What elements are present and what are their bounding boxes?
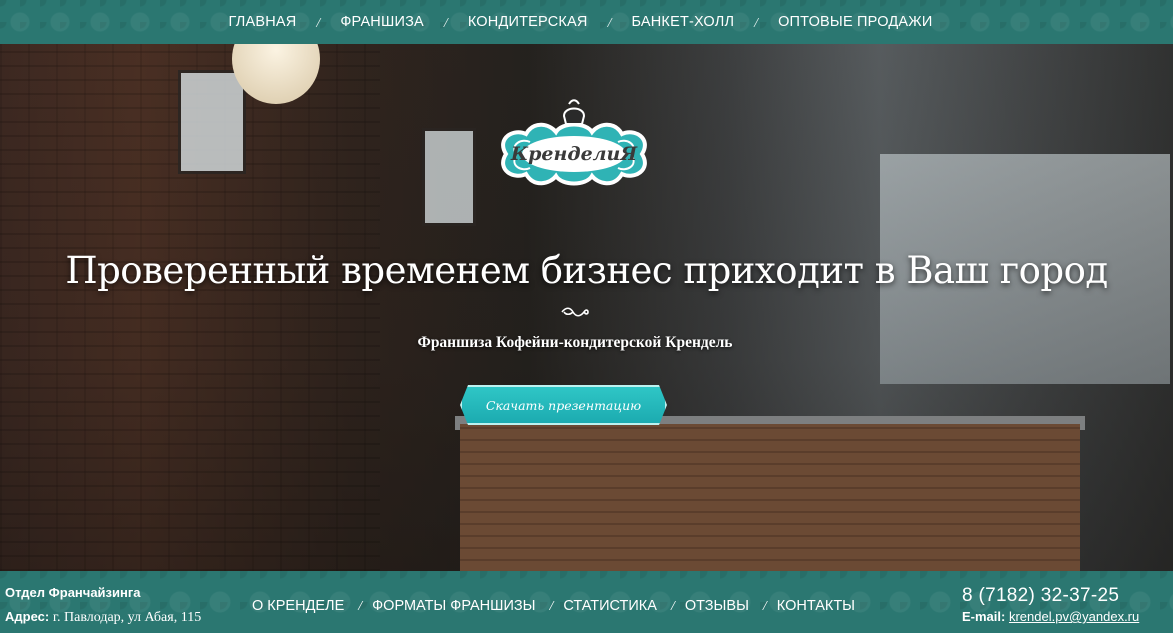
hero-subtitle: Франшиза Кофейни-кондитерской Крендель: [417, 334, 733, 351]
nav-item-banquet-hall[interactable]: БАНКЕТ-ХОЛЛ: [631, 14, 734, 30]
nav-separator: /: [670, 599, 675, 614]
nav-separator: /: [358, 599, 363, 614]
email-line: E-mail: krendel.pv@yandex.ru: [962, 609, 1139, 624]
address-label: Адрес:: [5, 609, 50, 624]
nav-item-franchise[interactable]: ФРАНШИЗА: [340, 14, 424, 30]
footer-nav: О КРЕНДЕЛЕ / ФОРМАТЫ ФРАНШИЗЫ / СТАТИСТИ…: [252, 597, 855, 615]
wooden-counter: [460, 424, 1080, 571]
address-line: Адрес: г. Павлодар, ул Абая, 115: [5, 609, 201, 626]
email-link[interactable]: krendel.pv@yandex.ru: [1009, 609, 1139, 624]
address-value: г. Павлодар, ул Абая, 115: [52, 610, 202, 625]
footer-contact-block: Отдел Франчайзинга Адрес: г. Павлодар, у…: [5, 585, 201, 626]
ornament-divider-icon: [561, 307, 589, 317]
footer-phone-email: 8 (7182) 32-37-25 E-mail: krendel.pv@yan…: [962, 585, 1139, 624]
email-label: E-mail:: [962, 609, 1006, 624]
nav-item-wholesale[interactable]: ОПТОВЫЕ ПРОДАЖИ: [778, 14, 932, 30]
phone-number[interactable]: 8 (7182) 32-37-25: [962, 585, 1139, 607]
window: [422, 128, 476, 226]
window: [178, 70, 246, 174]
download-presentation-button[interactable]: Скачать презентацию: [460, 385, 667, 425]
nav-separator: /: [316, 16, 321, 31]
footer-nav-reviews[interactable]: ОТЗЫВЫ: [685, 598, 749, 614]
footer-nav-statistics[interactable]: СТАТИСТИКА: [563, 598, 657, 614]
footer-bar: Отдел Франчайзинга Адрес: г. Павлодар, у…: [0, 571, 1173, 633]
top-navigation-bar: ГЛАВНАЯ / ФРАНШИЗА / КОНДИТЕРСКАЯ / БАНК…: [0, 0, 1173, 44]
hero-section: КренделиЯ Проверенный временем бизнес пр…: [0, 44, 1173, 571]
nav-item-confectionery[interactable]: КОНДИТЕРСКАЯ: [468, 14, 588, 30]
hero-headline: Проверенный временем бизнес приходит в В…: [65, 249, 1108, 292]
footer-nav-about[interactable]: О КРЕНДЕЛЕ: [252, 598, 344, 614]
nav-separator: /: [754, 16, 759, 31]
nav-item-home[interactable]: ГЛАВНАЯ: [229, 14, 297, 30]
nav-separator: /: [443, 16, 448, 31]
nav-separator: /: [762, 599, 767, 614]
logo-text: КренделиЯ: [510, 143, 639, 165]
top-nav: ГЛАВНАЯ / ФРАНШИЗА / КОНДИТЕРСКАЯ / БАНК…: [229, 12, 933, 32]
footer-nav-contacts[interactable]: КОНТАКТЫ: [777, 598, 855, 614]
krendeliya-logo[interactable]: КренделиЯ: [486, 98, 662, 204]
nav-separator: /: [607, 16, 612, 31]
department-name: Отдел Франчайзинга: [5, 585, 141, 600]
footer-nav-formats[interactable]: ФОРМАТЫ ФРАНШИЗЫ: [372, 598, 535, 614]
nav-separator: /: [549, 599, 554, 614]
